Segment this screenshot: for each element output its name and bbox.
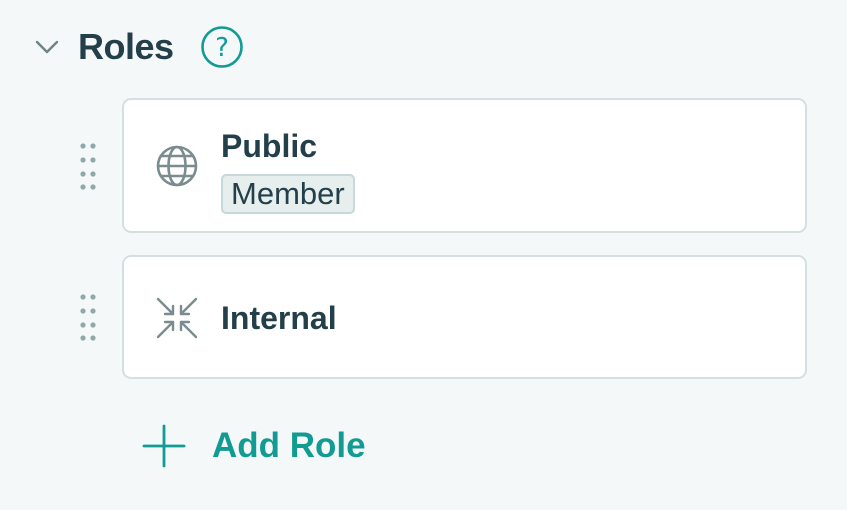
collapse-toggle[interactable] [30, 25, 64, 69]
chevron-down-icon [35, 40, 59, 54]
drag-handle-icon [80, 142, 96, 190]
roles-panel: Roles ? Public Member Internal Add Role [0, 0, 847, 510]
drag-handle[interactable] [70, 140, 106, 192]
help-button[interactable]: ? [200, 25, 244, 69]
help-icon-glyph: ? [215, 33, 229, 63]
role-card-internal[interactable]: Internal [122, 255, 807, 379]
drag-handle[interactable] [70, 291, 106, 343]
role-card-public[interactable]: Public Member [122, 98, 807, 233]
role-name: Internal [221, 300, 337, 336]
role-tag-member: Member [221, 174, 355, 214]
roles-section-header: Roles ? [30, 25, 244, 69]
internal-arrows-icon [154, 295, 200, 341]
drag-handle-icon [80, 294, 96, 341]
role-row-internal: Internal [70, 255, 807, 379]
help-icon: ? [200, 26, 243, 68]
section-title: Roles [78, 26, 174, 67]
add-role-button[interactable]: Add Role [140, 422, 366, 470]
plus-icon [140, 422, 188, 470]
add-role-label: Add Role [212, 426, 366, 465]
role-name: Public [221, 128, 318, 164]
role-row-public: Public Member [70, 98, 807, 233]
globe-icon [154, 143, 200, 189]
